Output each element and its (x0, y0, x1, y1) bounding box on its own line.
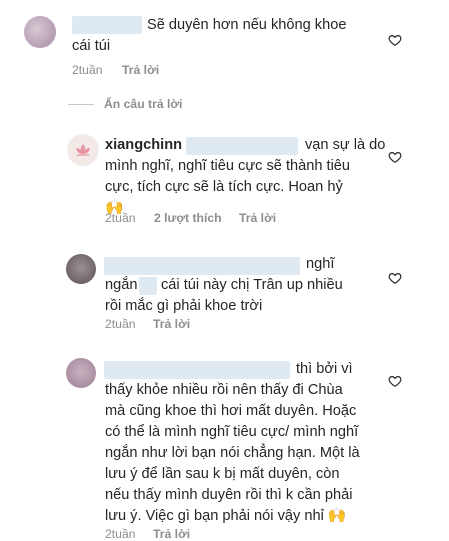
likes-count[interactable]: 2 lượt thích (154, 211, 222, 225)
comment-time: 2tuần (72, 63, 103, 77)
comment-text: Sẽ duyên hơn nếu không khoe (147, 17, 347, 33)
heart-icon[interactable] (388, 150, 402, 164)
comment-time: 2tuần (105, 317, 136, 331)
raising-hands-icon: 🙌 (327, 507, 347, 524)
comment-text: lưu ý. Việc gì bạn phải nói vậy nhỉ 🙌 (105, 505, 347, 527)
username-blurred[interactable] (72, 16, 142, 34)
comment-text: cực, tích cực sẽ là tích cực. Hoan hỷ (105, 179, 343, 195)
comment-text: rồi mắc gì phải khoe trời (105, 298, 263, 314)
reply-button[interactable]: Trả lời (153, 527, 190, 541)
comment-text: ngắn như lời bạn nói chẳng hạn. Một là (105, 445, 360, 461)
avatar[interactable] (66, 254, 96, 284)
comment-username[interactable]: xiangchinn (105, 134, 182, 156)
comment-time: 2tuần (105, 211, 136, 225)
comment-text: thì bởi vì (296, 361, 353, 377)
mention-blurred[interactable] (139, 277, 157, 295)
lotus-icon (76, 144, 90, 156)
reply-button[interactable]: Trả lời (153, 317, 190, 331)
avatar[interactable] (66, 358, 96, 388)
username-blurred[interactable] (104, 257, 300, 275)
comment-text: có thể là mình nghĩ tiêu cực/ mình nghĩ (105, 424, 359, 440)
mention-blurred[interactable] (186, 137, 298, 155)
reply-button[interactable]: Trả lời (122, 63, 159, 77)
comment-text: mà cũng khoe thì hơi mất duyên. Hoặc (105, 403, 357, 419)
comment-time: 2tuần (105, 527, 136, 541)
comment-text: lưu ý để lần sau k bị mất duyên, còn (105, 466, 340, 482)
comment-text: nghĩ (306, 256, 335, 272)
avatar[interactable] (24, 16, 56, 48)
comment-text: ngắn (105, 277, 138, 293)
reply-button[interactable]: Trả lời (239, 211, 276, 225)
comment-text: nếu thấy mình duyên rồi thì k cần phải (105, 487, 353, 503)
comment-text-line: lưu ý. Việc gì bạn phải nói vậy nhỉ (105, 508, 324, 524)
heart-icon[interactable] (388, 374, 402, 388)
hide-replies-button[interactable]: Ẩn câu trả lời (104, 97, 182, 111)
comment-text: vạn sự là do (305, 137, 386, 153)
hide-replies-line (68, 104, 94, 105)
comment-text: mình nghĩ, nghĩ tiêu cực sẽ thành tiêu (105, 158, 351, 174)
avatar[interactable] (67, 134, 99, 166)
username-blurred[interactable] (104, 361, 290, 379)
comment-text: cái túi (72, 38, 111, 54)
heart-icon[interactable] (388, 33, 402, 47)
heart-icon[interactable] (388, 271, 402, 285)
comment-text: cái túi này chị Trân up nhiều (161, 277, 343, 293)
comment-text: thấy khỏe nhiều rồi nên thấy đi Chùa (105, 382, 343, 398)
